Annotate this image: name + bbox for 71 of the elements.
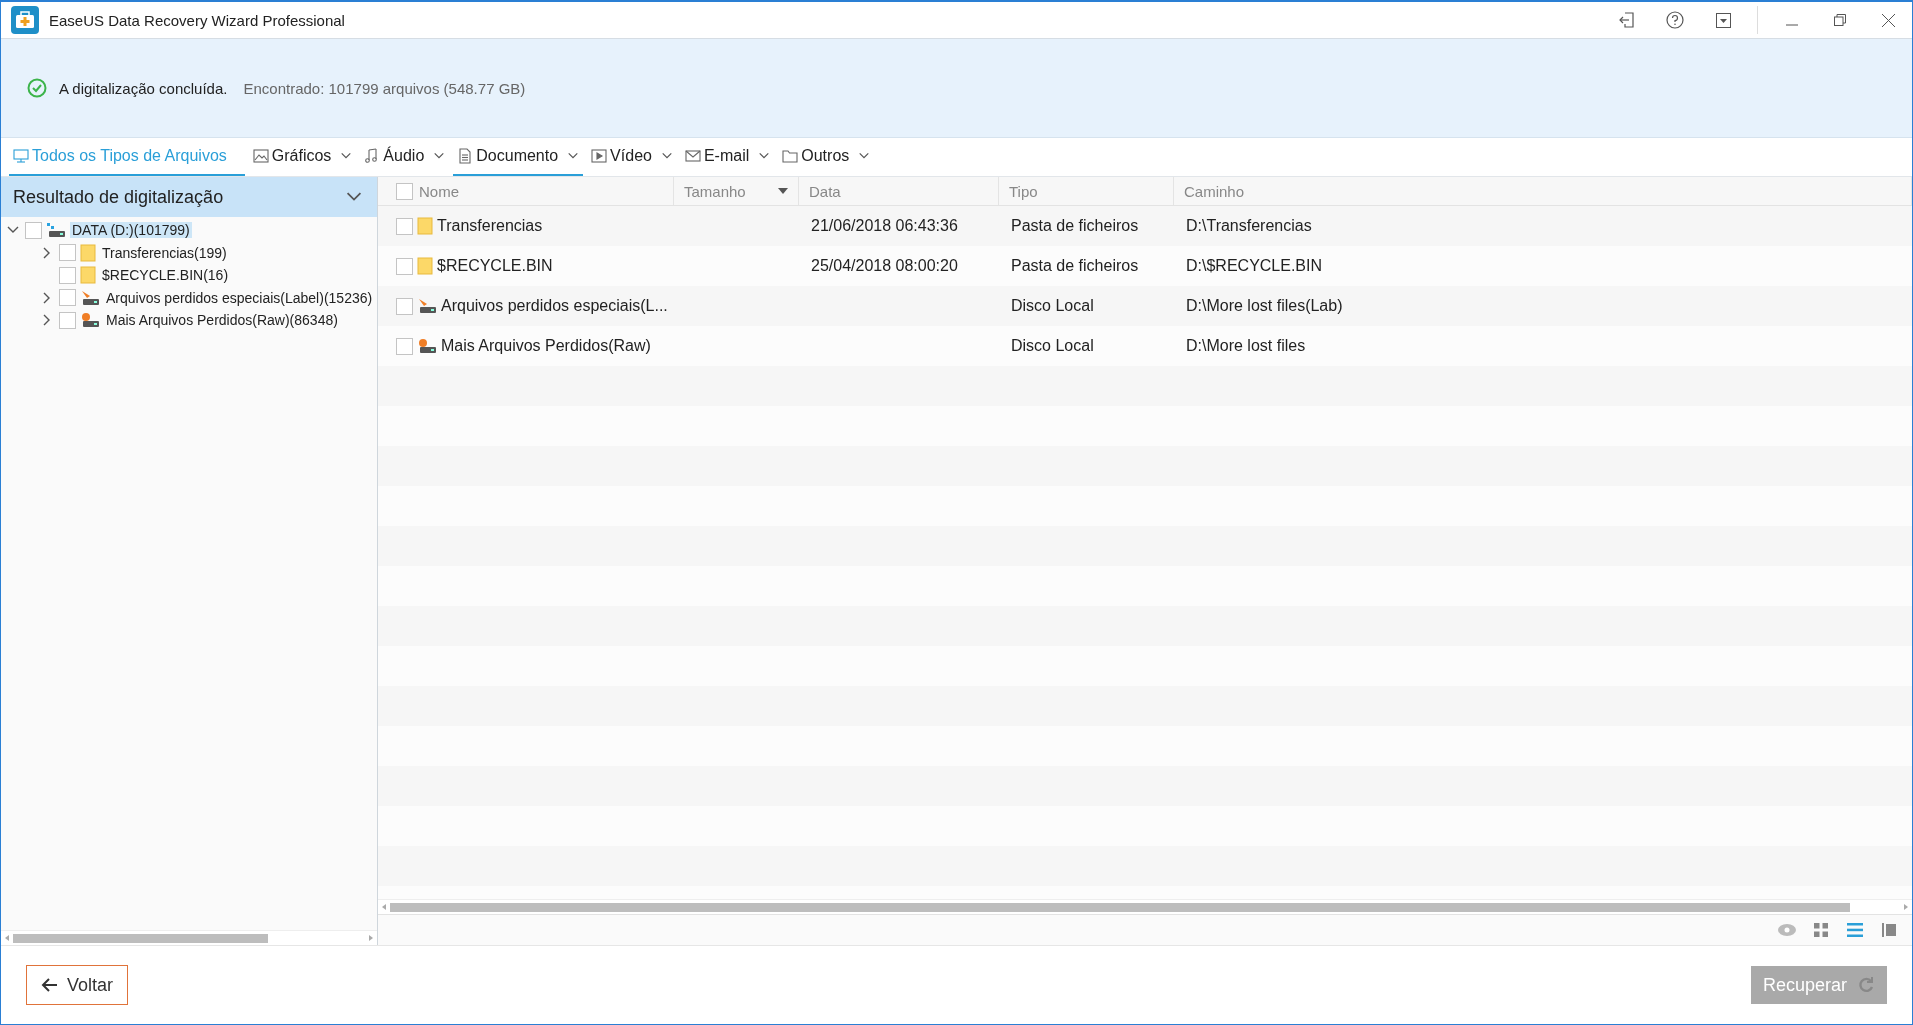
tree-item[interactable]: Transferencias(199) [100, 244, 229, 261]
folder-icon [80, 243, 96, 262]
file-type-tab[interactable]: Gráficos [248, 138, 357, 176]
status-message: A digitalização concluída. [59, 79, 228, 97]
checkbox[interactable] [25, 221, 42, 239]
table-cell: Disco Local [1011, 337, 1094, 355]
panel-title: Resultado de digitalização [13, 186, 224, 208]
checkbox[interactable] [59, 244, 76, 262]
table-cell: 21/06/2018 06:43:36 [811, 217, 958, 235]
table-cell: 25/04/2018 08:00:20 [811, 257, 958, 275]
file-name: Transferencias [437, 217, 543, 235]
eye-icon [1777, 923, 1797, 937]
table-cell: Disco Local [1011, 297, 1094, 315]
folder-icon [417, 217, 433, 235]
table-cell: D:\More lost files(Lab) [1186, 297, 1343, 315]
drive-icon [80, 312, 100, 329]
horizontal-scrollbar[interactable] [378, 899, 1912, 914]
drive-icon [80, 289, 100, 306]
checkbox[interactable] [396, 182, 413, 200]
check-circle-icon [27, 78, 47, 98]
panel-icon [1882, 923, 1896, 937]
image-icon [252, 148, 269, 164]
table-cell: D:\Transferencias [1186, 217, 1312, 235]
checkbox[interactable] [396, 337, 413, 355]
arrow-left-icon [41, 978, 57, 992]
file-name: Arquivos perdidos especiais(L... [441, 297, 668, 315]
folder-icon [417, 257, 433, 275]
file-name: Mais Arquivos Perdidos(Raw) [441, 337, 651, 355]
tree-item[interactable]: Arquivos perdidos especiais(Label)(15236) [104, 289, 375, 306]
app-logo-icon [11, 6, 39, 34]
dropdown-icon [1715, 12, 1731, 28]
close-icon [1881, 13, 1895, 27]
play-icon [591, 148, 608, 164]
table-cell: Pasta de ficheiros [1011, 257, 1139, 275]
folder-icon [782, 148, 799, 164]
back-button[interactable]: Voltar [26, 965, 129, 1005]
envelope-icon [684, 148, 701, 164]
restore-icon [1834, 14, 1846, 26]
checkbox[interactable] [59, 311, 76, 329]
monitor-icon [13, 148, 29, 164]
file-type-tab[interactable]: Outros [778, 138, 875, 176]
file-type-tab[interactable]: E-mail [680, 138, 775, 176]
drive-icon [46, 222, 66, 239]
checkbox[interactable] [396, 217, 413, 235]
help-icon [1666, 11, 1684, 29]
tree-item[interactable]: $RECYCLE.BIN(16) [100, 267, 231, 284]
checkbox[interactable] [396, 257, 413, 275]
file-name: $RECYCLE.BIN [437, 257, 553, 275]
checkbox[interactable] [59, 289, 76, 307]
grid-icon [1814, 923, 1828, 937]
horizontal-scrollbar[interactable] [1, 930, 377, 945]
table-cell: D:\$RECYCLE.BIN [1186, 257, 1323, 275]
window-title: EaseUS Data Recovery Wizard Professional [49, 11, 346, 29]
folder-icon [80, 266, 96, 285]
tree-item[interactable]: Mais Arquivos Perdidos(Raw)(86348) [104, 312, 340, 329]
file-type-tab[interactable]: Vídeo [587, 138, 677, 176]
sign-out-icon [1619, 12, 1635, 28]
sort-arrow-icon [778, 188, 788, 194]
drive-icon [417, 298, 437, 314]
table-cell: D:\More lost files [1186, 337, 1306, 355]
checkbox[interactable] [396, 297, 413, 315]
found-summary: Encontrado: 101799 arquivos (548.77 GB) [243, 79, 526, 97]
table-cell: Pasta de ficheiros [1011, 217, 1139, 235]
redo-arrow-icon [1857, 976, 1875, 994]
tree-item[interactable]: DATA (D:)(101799) [70, 222, 192, 239]
document-icon [457, 148, 474, 164]
minimize-icon [1786, 24, 1798, 26]
file-type-tab[interactable]: Áudio [360, 138, 450, 176]
checkbox[interactable] [59, 266, 76, 284]
list-icon [1847, 923, 1863, 937]
drive-icon [417, 338, 437, 354]
